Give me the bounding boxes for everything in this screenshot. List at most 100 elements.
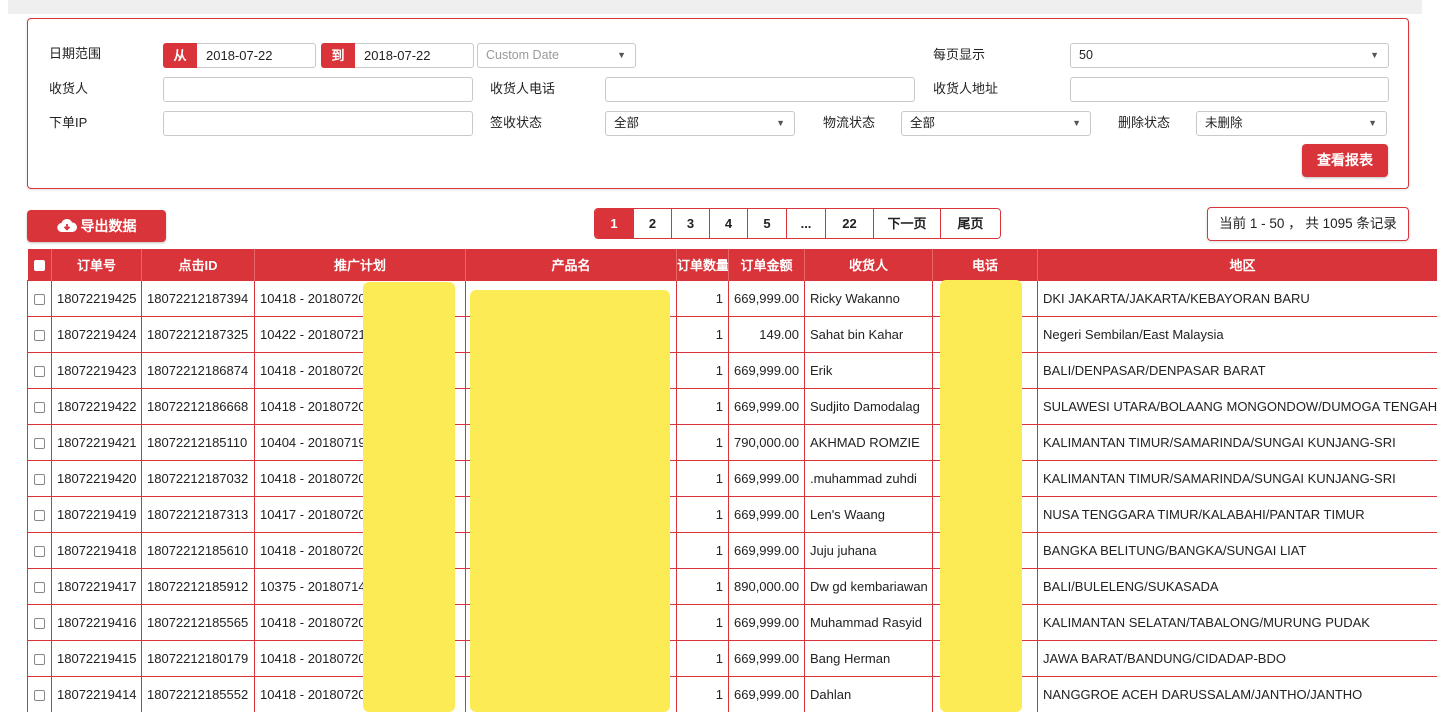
cell-quantity: 1: [676, 279, 729, 317]
col-region[interactable]: 地区: [1037, 249, 1437, 280]
top-strip: [8, 0, 1422, 14]
row-checkbox[interactable]: [27, 387, 52, 425]
last-page-button[interactable]: 尾页: [940, 209, 1000, 238]
cell-quantity: 1: [676, 603, 729, 641]
table-row[interactable]: 18072219415 18072212180179 10418 - 2018072…: [27, 639, 1437, 677]
cell-amount: 669,999.00: [728, 459, 805, 497]
cell-click-id: 18072212185110: [141, 423, 255, 461]
logistics-status-label: 物流状态: [823, 115, 876, 130]
caret-down-icon: ▼: [617, 50, 626, 60]
cell-amount: 669,999.00: [728, 387, 805, 425]
table-row[interactable]: 18072219417 18072212185912 10375 - 2018071…: [27, 567, 1437, 605]
sign-status-value: 全部: [614, 116, 640, 130]
cell-order-id: 18072219418: [51, 531, 142, 569]
cell-region: BANGKA BELITUNG/BANGKA/SUNGAI LIAT: [1037, 531, 1437, 569]
table-row[interactable]: 18072219424 18072212187325 10422 - 2018072…: [27, 315, 1437, 353]
cell-click-id: 18072212185912: [141, 567, 255, 605]
col-phone[interactable]: 电话: [932, 249, 1038, 280]
cell-order-id: 18072219421: [51, 423, 142, 461]
orders-table: 订单号 点击ID 推广计划 产品名 订单数量 订单金额 收货人 电话 地区 18…: [27, 249, 1437, 712]
page-2-button[interactable]: 2: [633, 209, 671, 238]
next-page-button[interactable]: 下一页: [873, 209, 940, 238]
table-row[interactable]: 18072219421 18072212185110 10404 - 2018071…: [27, 423, 1437, 461]
delete-status-select[interactable]: 未删除 ▼: [1196, 111, 1387, 136]
table-row[interactable]: 18072219419 18072212187313 10417 - 2018072…: [27, 495, 1437, 533]
cell-click-id: 18072212187325: [141, 315, 255, 353]
row-checkbox[interactable]: [27, 531, 52, 569]
logistics-status-value: 全部: [910, 116, 936, 130]
table-row[interactable]: 18072219423 18072212186874 10418 - 2018072…: [27, 351, 1437, 389]
col-quantity[interactable]: 订单数量: [676, 249, 729, 280]
row-checkbox[interactable]: [27, 603, 52, 641]
order-ip-input[interactable]: [163, 111, 473, 136]
receiver-phone-input[interactable]: [605, 77, 915, 102]
table-row[interactable]: 18072219418 18072212185610 10418 - 2018072…: [27, 531, 1437, 569]
row-checkbox[interactable]: [27, 315, 52, 353]
per-page-label: 每页显示: [933, 47, 986, 62]
view-report-button[interactable]: 查看报表: [1302, 144, 1388, 177]
col-campaign[interactable]: 推广计划: [254, 249, 466, 280]
record-count: 当前 1 - 50 ， 共 1095 条记录: [1207, 207, 1409, 241]
page-22-button[interactable]: 22: [825, 209, 873, 238]
col-order-id[interactable]: 订单号: [51, 249, 142, 280]
col-product[interactable]: 产品名: [465, 249, 677, 280]
cell-click-id: 18072212187394: [141, 279, 255, 317]
row-checkbox[interactable]: [27, 279, 52, 317]
from-date-input[interactable]: 2018-07-22: [197, 43, 316, 68]
cell-amount: 669,999.00: [728, 351, 805, 389]
receiver-address-input[interactable]: [1070, 77, 1389, 102]
table-row[interactable]: 18072219420 18072212187032 10418 - 2018072…: [27, 459, 1437, 497]
select-all-checkbox[interactable]: [27, 249, 52, 280]
order-ip-label: 下单IP: [49, 115, 88, 130]
row-checkbox[interactable]: [27, 495, 52, 533]
row-checkbox[interactable]: [27, 459, 52, 497]
page-5-button[interactable]: 5: [747, 209, 786, 238]
cell-order-id: 18072219416: [51, 603, 142, 641]
pagination: 1 2 3 4 5 ... 22 下一页 尾页: [594, 208, 1001, 239]
cell-region: NUSA TENGGARA TIMUR/KALABAHI/PANTAR TIMU…: [1037, 495, 1437, 533]
page-3-button[interactable]: 3: [671, 209, 709, 238]
row-checkbox[interactable]: [27, 351, 52, 389]
receiver-input[interactable]: [163, 77, 473, 102]
cell-region: DKI JAKARTA/JAKARTA/KEBAYORAN BARU: [1037, 279, 1437, 317]
table-row[interactable]: 18072219414 18072212185552 10418 - 2018072…: [27, 675, 1437, 712]
col-amount[interactable]: 订单金额: [728, 249, 805, 280]
cell-quantity: 1: [676, 387, 729, 425]
page-1-button[interactable]: 1: [595, 209, 633, 238]
to-date-input[interactable]: 2018-07-22: [355, 43, 474, 68]
row-checkbox[interactable]: [27, 675, 52, 712]
table-row[interactable]: 18072219425 18072212187394 10418 - 2018072…: [27, 279, 1437, 317]
cell-receiver: Dw gd kembariawan: [804, 567, 933, 605]
cell-amount: 890,000.00: [728, 567, 805, 605]
row-checkbox[interactable]: [27, 639, 52, 677]
cell-order-id: 18072219424: [51, 315, 142, 353]
table-row[interactable]: 18072219416 18072212185565 10418 - 2018072…: [27, 603, 1437, 641]
col-click-id[interactable]: 点击ID: [141, 249, 255, 280]
cell-receiver: Len's Waang: [804, 495, 933, 533]
per-page-select[interactable]: 50 ▼: [1070, 43, 1389, 68]
col-receiver[interactable]: 收货人: [804, 249, 933, 280]
cell-region: KALIMANTAN TIMUR/SAMARINDA/SUNGAI KUNJAN…: [1037, 459, 1437, 497]
cell-order-id: 18072219414: [51, 675, 142, 712]
table-row[interactable]: 18072219422 18072212186668 10418 - 2018072…: [27, 387, 1437, 425]
sign-status-select[interactable]: 全部 ▼: [605, 111, 795, 136]
cell-quantity: 1: [676, 495, 729, 533]
logistics-status-select[interactable]: 全部 ▼: [901, 111, 1091, 136]
page-4-button[interactable]: 4: [709, 209, 747, 238]
cell-click-id: 18072212185552: [141, 675, 255, 712]
caret-down-icon: ▼: [1370, 50, 1379, 60]
export-button-label: 导出数据: [80, 218, 137, 234]
cell-click-id: 18072212186874: [141, 351, 255, 389]
cell-order-id: 18072219423: [51, 351, 142, 389]
redaction-mask-campaign: [363, 282, 455, 712]
date-range-label: 日期范围: [49, 46, 102, 61]
row-checkbox[interactable]: [27, 423, 52, 461]
cell-region: JAWA BARAT/BANDUNG/CIDADAP-BDO: [1037, 639, 1437, 677]
cell-click-id: 18072212186668: [141, 387, 255, 425]
cell-region: BALI/BULELENG/SUKASADA: [1037, 567, 1437, 605]
export-button[interactable]: 导出数据: [27, 210, 166, 242]
custom-date-select[interactable]: Custom Date ▼: [477, 43, 636, 68]
caret-down-icon: ▼: [1072, 118, 1081, 128]
row-checkbox[interactable]: [27, 567, 52, 605]
cell-quantity: 1: [676, 423, 729, 461]
